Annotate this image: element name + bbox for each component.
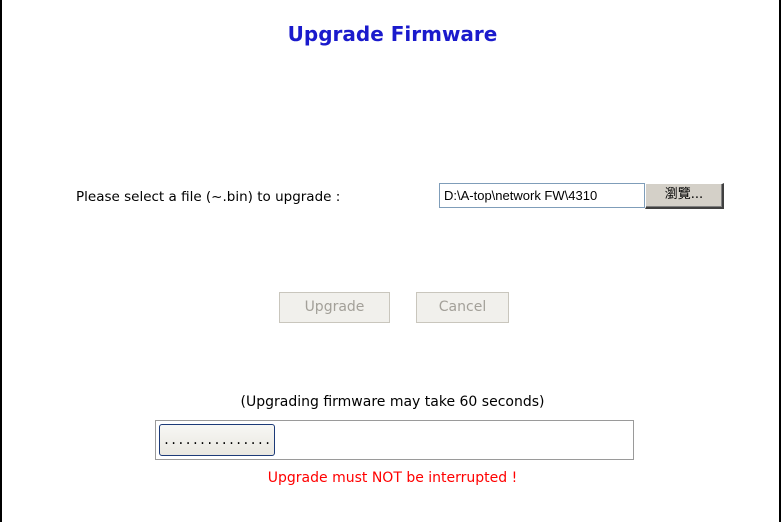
page-title: Upgrade Firmware xyxy=(287,22,498,46)
file-select-label: Please select a file (~.bin) to upgrade … xyxy=(76,189,341,205)
page-frame: Upgrade Firmware Please select a file (~… xyxy=(0,0,781,522)
cancel-button[interactable]: Cancel xyxy=(416,292,509,323)
progress-indicator: ............... xyxy=(159,424,275,456)
browse-button[interactable]: 瀏覽... xyxy=(645,183,724,209)
progress-bar: ............... xyxy=(155,420,634,460)
upgrade-duration-note: (Upgrading firmware may take 60 seconds) xyxy=(240,394,545,410)
file-path-input[interactable]: D:\A-top\network FW\4310 xyxy=(439,183,645,208)
interrupt-warning: Upgrade must NOT be interrupted ! xyxy=(267,470,518,486)
file-select-row: Please select a file (~.bin) to upgrade … xyxy=(2,182,783,212)
upgrade-button[interactable]: Upgrade xyxy=(279,292,390,323)
